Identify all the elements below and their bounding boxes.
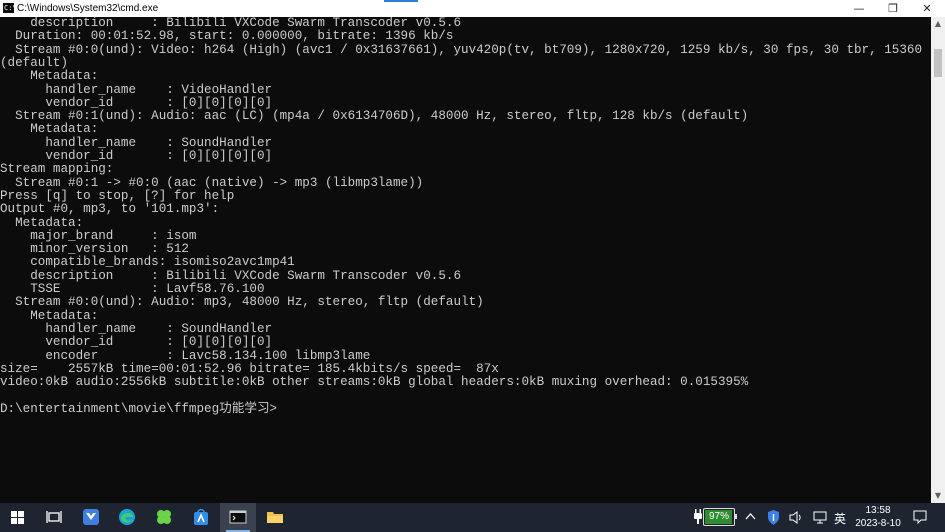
taskbar-edge[interactable] — [109, 503, 145, 532]
scrollbar-thumb[interactable] — [934, 49, 942, 77]
console-line: minor_version : 512 — [0, 242, 189, 257]
console-line: handler_name : VideoHandler — [0, 82, 273, 97]
console-line: handler_name : SoundHandler — [0, 321, 273, 336]
console-line: Duration: 00:01:52.98, start: 0.000000, … — [0, 29, 454, 44]
console-line: size= 2557kB time=00:01:52.96 bitrate= 1… — [0, 361, 499, 376]
scroll-down-arrow-icon[interactable]: ▼ — [931, 489, 945, 503]
console-line: major_brand : isom — [0, 228, 197, 243]
cmd-icon: C:\ — [3, 3, 17, 13]
clock-time[interactable]: 13:58 — [856, 505, 900, 516]
clover-app-icon — [157, 510, 171, 524]
close-button[interactable]: ✕ — [910, 0, 944, 17]
minimize-button[interactable]: — — [842, 0, 876, 17]
console-line: D:\entertainment\movie\ffmpeg功能学习> — [0, 401, 278, 416]
console-line: video:0kB audio:2556kB subtitle:0kB othe… — [0, 375, 749, 390]
scroll-up-arrow-icon[interactable]: ▲ — [931, 17, 945, 31]
restore-button[interactable]: ❐ — [876, 0, 910, 17]
task-view-icon — [46, 511, 62, 523]
console-line: Stream mapping: — [0, 162, 114, 177]
console-line: description : Bilibili VXCode Swarm Tran… — [0, 17, 462, 30]
start-button[interactable] — [0, 503, 36, 532]
console-line: encoder : Lavc58.134.100 libmp3lame — [0, 348, 371, 363]
console-line: compatible_brands: isomiso2avc1mp41 — [0, 255, 295, 270]
task-view-button[interactable] — [36, 503, 72, 532]
vertical-scrollbar[interactable]: ▲ ▼ — [931, 17, 945, 503]
console-line: vendor_id : [0][0][0][0] — [0, 149, 273, 163]
console-line: vendor_id : [0][0][0][0] — [0, 335, 273, 350]
taskbar-cmd[interactable] — [220, 503, 256, 532]
taskbar: 英 13:58 2023-8-10 — [0, 503, 945, 532]
taskbar-app-blue-bag[interactable] — [183, 503, 219, 532]
folder-icon — [267, 512, 283, 523]
window-title: C:\Windows\System32\cmd.exe — [17, 3, 159, 14]
blue-arrow-app-icon — [83, 509, 99, 525]
console-line: Output #0, mp3, to '101.mp3': — [0, 202, 220, 217]
battery-nub — [735, 514, 737, 519]
battery-indicator[interactable]: 97% — [703, 508, 737, 526]
console-line: Stream #0:0(und): Audio: mp3, 48000 Hz, … — [0, 295, 484, 310]
title-bar-accent — [384, 0, 418, 2]
console-line: TSSE : Lavf58.76.100 — [0, 282, 265, 296]
volume-speaker-icon[interactable] — [789, 511, 803, 524]
console-line: Metadata: — [0, 69, 99, 84]
input-method-indicator[interactable]: 英 — [834, 510, 846, 527]
console-line: handler_name : SoundHandler — [0, 135, 273, 150]
taskbar-app-blue-arrow[interactable] — [73, 503, 109, 532]
notification-icon[interactable] — [913, 510, 927, 524]
console-line: Metadata: — [0, 215, 84, 230]
console-line: (default) — [0, 55, 69, 70]
taskbar-file-explorer[interactable] — [257, 503, 293, 532]
console-line: Press [q] to stop, [?] for help — [0, 188, 235, 203]
clock-date[interactable]: 2023-8-10 — [852, 518, 904, 529]
taskbar-clover-app[interactable] — [146, 503, 182, 532]
console-output[interactable]: description : Bilibili VXCode Swarm Tran… — [0, 17, 930, 503]
power-plug-icon — [694, 509, 702, 524]
console-line: Stream #0:0(und): Video: h264 (High) (av… — [0, 42, 930, 57]
terminal-icon — [229, 510, 247, 524]
edge-browser-icon — [119, 509, 135, 525]
battery-percent: 97% — [708, 511, 729, 522]
console-line: Metadata: — [0, 308, 99, 323]
console-line: Metadata: — [0, 122, 99, 137]
console-line: description : Bilibili VXCode Swarm Tran… — [0, 268, 462, 283]
network-icon[interactable] — [813, 511, 827, 524]
title-bar[interactable]: C:\ C:\Windows\System32\cmd.exe — ❐ ✕ — [0, 0, 945, 17]
console-line: Stream #0:1 -> #0:0 (aac (native) -> mp3… — [0, 175, 424, 190]
blue-bag-app-icon — [194, 509, 208, 525]
console-line: Stream #0:1(und): Audio: aac (LC) (mp4a … — [0, 109, 749, 124]
windows-logo-icon — [11, 511, 24, 524]
security-shield-icon[interactable] — [767, 510, 780, 525]
console-line: vendor_id : [0][0][0][0] — [0, 95, 273, 110]
show-hidden-icons-chevron-icon[interactable] — [745, 512, 756, 522]
